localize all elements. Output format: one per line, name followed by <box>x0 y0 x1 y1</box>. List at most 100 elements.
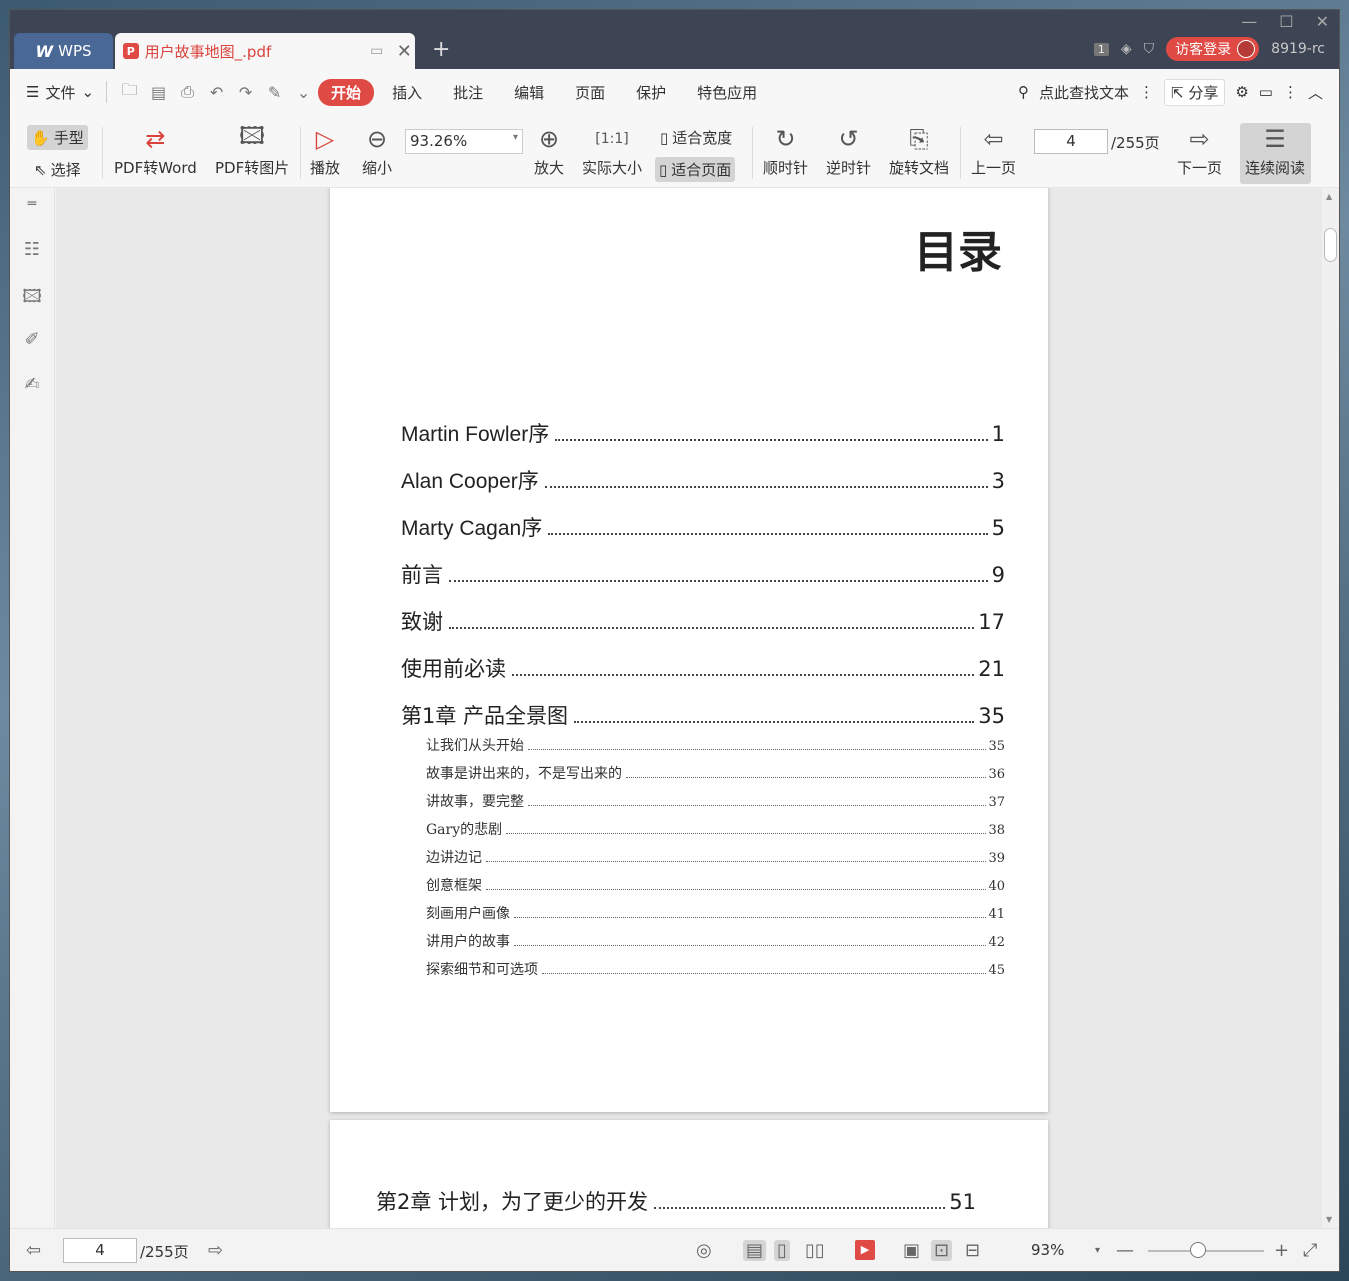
toc-section-row[interactable]: 边讲边记 39 <box>426 847 1005 867</box>
close-tab-icon[interactable]: ✕ <box>393 41 415 62</box>
fit-page-icon[interactable]: ⊡ <box>931 1240 953 1261</box>
sidebar-handle-icon[interactable]: ═ <box>21 196 43 218</box>
zoom-in-icon[interactable]: + <box>1274 1240 1289 1261</box>
toc-section-row[interactable]: 探索细节和可选项 45 <box>426 959 1005 979</box>
skin-icon[interactable]: ◈ <box>1121 41 1132 57</box>
rotate-clockwise-button[interactable]: ↻ 顺时针 <box>763 121 808 178</box>
guest-login-button[interactable]: 访客登录 <box>1166 37 1260 61</box>
shirt-icon[interactable]: ⛉ <box>1144 41 1155 57</box>
double-page-icon[interactable]: ▯▯ <box>805 1240 825 1261</box>
toc-chapter-row[interactable]: Martin Fowler序 1 <box>401 418 1005 448</box>
tab-edit[interactable]: 编辑 <box>501 79 557 106</box>
fit-width-icon[interactable]: ⊟ <box>965 1240 980 1261</box>
dot-leader <box>555 439 988 441</box>
rotate-counter-clockwise-button[interactable]: ↺ 逆时针 <box>826 121 871 178</box>
eye-protection-icon[interactable]: ◎ <box>696 1240 712 1261</box>
tab-start[interactable]: 开始 <box>318 78 375 106</box>
outline-icon[interactable]: ☷ <box>21 239 43 261</box>
document-viewer[interactable]: 目录 Martin Fowler序 1 Alan Cooper序 3 Marty… <box>56 188 1322 1228</box>
fit-page-icon: ▯ <box>659 160 668 179</box>
select-tool-button[interactable]: ⇖ 选择 <box>30 157 85 182</box>
scroll-up-icon[interactable]: ▲ <box>1326 192 1332 201</box>
undo-icon[interactable]: ↶ <box>202 83 231 102</box>
gear-icon[interactable]: ⚙ <box>1235 83 1248 101</box>
tab-special[interactable]: 特色应用 <box>684 79 770 106</box>
toc-chapter-row[interactable]: 致谢 17 <box>401 606 1005 636</box>
more-options-icon[interactable]: ⋮ <box>1283 83 1298 101</box>
previous-page-icon[interactable]: ⇦ <box>26 1240 41 1261</box>
window-count-badge[interactable]: 1 <box>1093 42 1109 56</box>
new-tab-button[interactable]: + <box>432 37 450 62</box>
zoom-slider-track[interactable] <box>1148 1250 1264 1252</box>
actual-size-icon[interactable]: ▣ <box>903 1240 920 1261</box>
toc-chapter-row[interactable]: Alan Cooper序 3 <box>401 465 1005 495</box>
play-button[interactable]: ▷ 播放 <box>310 121 340 178</box>
collapse-ribbon-icon[interactable]: ︿ <box>1308 82 1323 103</box>
print-icon[interactable]: ⎙ <box>173 82 202 102</box>
next-page-button[interactable]: ⇨ 下一页 <box>1177 121 1222 178</box>
status-zoom-value[interactable]: 93% <box>1031 1241 1064 1259</box>
toc-chapter-row[interactable]: 使用前必读 21 <box>401 653 1005 683</box>
hand-tool-button[interactable]: ✋ 手型 <box>27 125 88 150</box>
previous-page-button[interactable]: ⇦ 上一页 <box>971 121 1016 178</box>
fit-width-button[interactable]: ▯ 适合宽度 <box>656 125 736 150</box>
pdf-to-word-button[interactable]: ⇄ PDF转Word <box>114 121 197 178</box>
annotation-icon[interactable]: ✐ <box>21 329 43 351</box>
redo-icon[interactable]: ↷ <box>231 83 260 102</box>
toc-section-row[interactable]: 刻画用户画像 41 <box>426 903 1005 923</box>
continuous-reading-button[interactable]: ☰ 连续阅读 <box>1245 121 1305 178</box>
minimize-icon[interactable]: — <box>1241 12 1257 31</box>
toc-section-row[interactable]: 讲用户的故事 42 <box>426 931 1005 951</box>
toc-section-row[interactable]: 让我们从头开始 35 <box>426 735 1005 755</box>
pdf-to-image-button[interactable]: 🖾 PDF转图片 <box>215 121 289 178</box>
toc-section-row[interactable]: 故事是讲出来的，不是写出来的 36 <box>426 763 1005 783</box>
continuous-view-icon[interactable]: ▤ <box>743 1240 767 1261</box>
fullscreen-icon[interactable]: ⤢ <box>1303 1240 1317 1261</box>
rotate-document-button[interactable]: ⎘ 旋转文档 <box>889 121 949 178</box>
maximize-icon[interactable]: ☐ <box>1279 12 1293 31</box>
tab-insert[interactable]: 插入 <box>379 79 435 106</box>
toc-section-row[interactable]: Gary的悲剧 38 <box>426 819 1005 839</box>
tab-page[interactable]: 页面 <box>562 79 618 106</box>
sign-icon[interactable]: ✎ <box>260 83 289 102</box>
save-icon[interactable]: ▤ <box>144 83 173 102</box>
search-text-button[interactable]: 点此查找文本 <box>1039 82 1129 103</box>
zoom-out-button[interactable]: ⊖ 缩小 <box>362 121 392 178</box>
more-dropdown-icon[interactable]: ⌄ <box>289 83 318 102</box>
zoom-slider-handle[interactable] <box>1190 1242 1206 1258</box>
zoom-dropdown-icon[interactable]: ▾ <box>1095 1245 1100 1256</box>
toc-chapter-row[interactable]: Marty Cagan序 5 <box>401 512 1005 542</box>
page-number-input[interactable]: 4 <box>1034 129 1108 154</box>
comment-icon[interactable]: ▭ <box>1259 83 1273 101</box>
file-menu[interactable]: ☰ 文件 ⌄ <box>26 82 94 103</box>
screen-icon[interactable]: ▭ <box>366 43 388 59</box>
single-page-icon[interactable]: ▯ <box>774 1240 790 1261</box>
vertical-scrollbar[interactable]: ▲ ▼ <box>1322 188 1339 1228</box>
close-window-icon[interactable]: ✕ <box>1316 12 1329 31</box>
thumbnail-icon[interactable]: 🖾 <box>21 284 43 307</box>
toc-section-row[interactable]: 创意框架 40 <box>426 875 1005 895</box>
share-button[interactable]: ⇱ 分享 <box>1163 78 1226 106</box>
actual-size-button[interactable]: [1:1] 实际大小 <box>582 121 642 178</box>
document-tab[interactable]: P 用户故事地图_.pdf ▭ ✕ <box>115 33 415 69</box>
zoom-in-button[interactable]: ⊕ 放大 <box>534 121 564 178</box>
toc-chapter-row[interactable]: 第2章 计划，为了更少的开发 51 <box>376 1186 976 1216</box>
toc-chapter-row[interactable]: 第1章 产品全景图 35 <box>401 700 1005 730</box>
status-page-input[interactable]: 4 <box>63 1238 137 1263</box>
scrollbar-thumb[interactable] <box>1324 228 1337 262</box>
open-folder-icon[interactable]: 🗀 <box>115 79 144 106</box>
zoom-out-icon[interactable]: — <box>1116 1240 1134 1261</box>
search-icon[interactable]: ⚲ <box>1018 83 1029 101</box>
tab-protect[interactable]: 保护 <box>623 79 679 106</box>
zoom-select[interactable]: 93.26% ▾ <box>405 129 523 154</box>
tab-annotate[interactable]: 批注 <box>440 79 496 106</box>
toc-section-row[interactable]: 讲故事，要完整 37 <box>426 791 1005 811</box>
more-vertical-icon[interactable]: ⋮ <box>1139 83 1154 101</box>
next-page-icon[interactable]: ⇨ <box>208 1240 223 1261</box>
scroll-down-icon[interactable]: ▼ <box>1326 1215 1332 1224</box>
toc-chapter-row[interactable]: 前言 9 <box>401 559 1005 589</box>
slideshow-icon[interactable]: ▶ <box>855 1240 875 1260</box>
wps-home-tab[interactable]: W WPS <box>14 33 113 69</box>
signature-icon[interactable]: ✍ <box>21 374 43 396</box>
fit-page-button[interactable]: ▯ 适合页面 <box>655 157 736 182</box>
